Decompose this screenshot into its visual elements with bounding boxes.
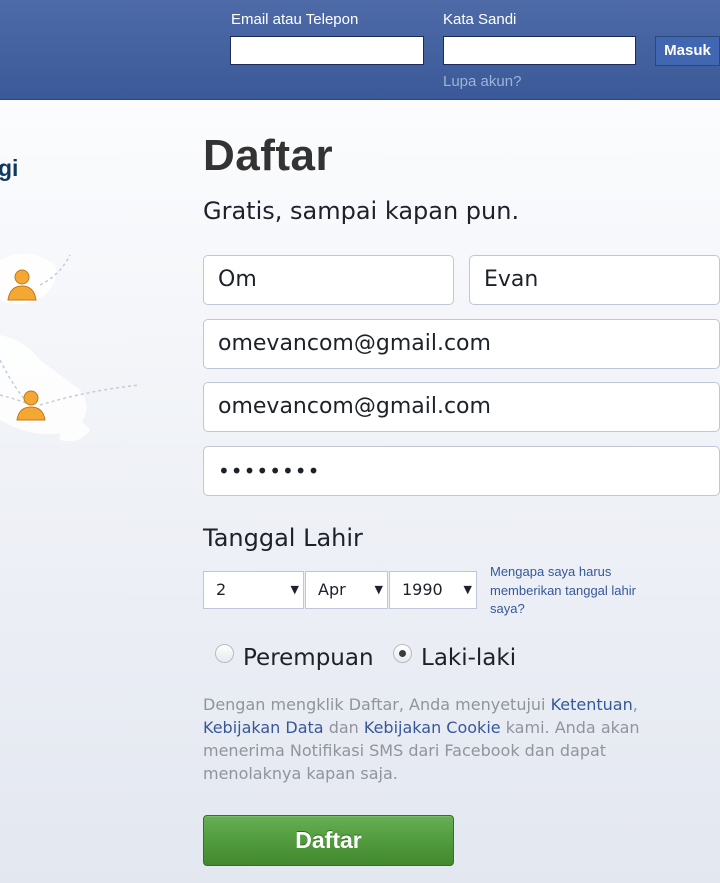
top-login-bar: Email atau Telepon Kata Sandi Masuk Lupa… bbox=[0, 0, 720, 100]
data-policy-link[interactable]: Kebijakan Data bbox=[203, 718, 324, 737]
signup-title: Daftar bbox=[203, 131, 334, 180]
birthday-year-select[interactable]: 1990 ▼ bbox=[389, 571, 477, 609]
caret-down-icon: ▼ bbox=[463, 583, 472, 596]
terms-text: Dengan mengklik Daftar, Anda menyetujui … bbox=[203, 693, 643, 785]
birthday-day-value: 2 bbox=[216, 580, 227, 599]
password-input[interactable]: •••••••• bbox=[203, 446, 720, 496]
terms-text-part: dan bbox=[323, 718, 364, 737]
caret-down-icon: ▼ bbox=[374, 583, 383, 596]
login-password-input[interactable] bbox=[443, 36, 636, 65]
password-label: Kata Sandi bbox=[443, 11, 517, 28]
birthday-label: Tanggal Lahir bbox=[203, 524, 363, 552]
signup-subtitle: Gratis, sampai kapan pun. bbox=[203, 197, 520, 225]
left-tagline-fragment: gi bbox=[0, 155, 19, 181]
gender-female-label[interactable]: Perempuan bbox=[243, 645, 374, 671]
birthday-day-select[interactable]: 2 ▼ bbox=[203, 571, 304, 609]
terms-text-part: , bbox=[632, 695, 638, 714]
email-confirm-input[interactable]: omevancom@gmail.com bbox=[203, 382, 720, 432]
terms-link[interactable]: Ketentuan bbox=[551, 695, 633, 714]
gender-male-label[interactable]: Laki-laki bbox=[421, 645, 516, 671]
email-label: Email atau Telepon bbox=[231, 11, 359, 28]
birthday-month-value: Apr bbox=[318, 580, 346, 599]
caret-down-icon: ▼ bbox=[290, 583, 299, 596]
cookie-policy-link[interactable]: Kebijakan Cookie bbox=[364, 718, 501, 737]
forgot-account-link[interactable]: Lupa akun? bbox=[443, 73, 521, 90]
birthday-year-value: 1990 bbox=[402, 580, 443, 599]
world-map-illustration bbox=[0, 253, 141, 442]
terms-text-part: Dengan mengklik Daftar, Anda menyetujui bbox=[203, 695, 551, 714]
signup-button[interactable]: Daftar bbox=[203, 815, 454, 866]
first-name-input[interactable]: Om bbox=[203, 255, 454, 305]
birthday-why-link[interactable]: Mengapa saya harus memberikan tanggal la… bbox=[490, 563, 665, 619]
email-input[interactable]: omevancom@gmail.com bbox=[203, 319, 720, 369]
login-email-input[interactable] bbox=[230, 36, 424, 65]
gender-female-radio[interactable] bbox=[215, 644, 234, 663]
last-name-input[interactable]: Evan bbox=[469, 255, 720, 305]
birthday-month-select[interactable]: Apr ▼ bbox=[305, 571, 388, 609]
login-button[interactable]: Masuk bbox=[655, 36, 720, 66]
gender-male-radio[interactable] bbox=[393, 644, 412, 663]
